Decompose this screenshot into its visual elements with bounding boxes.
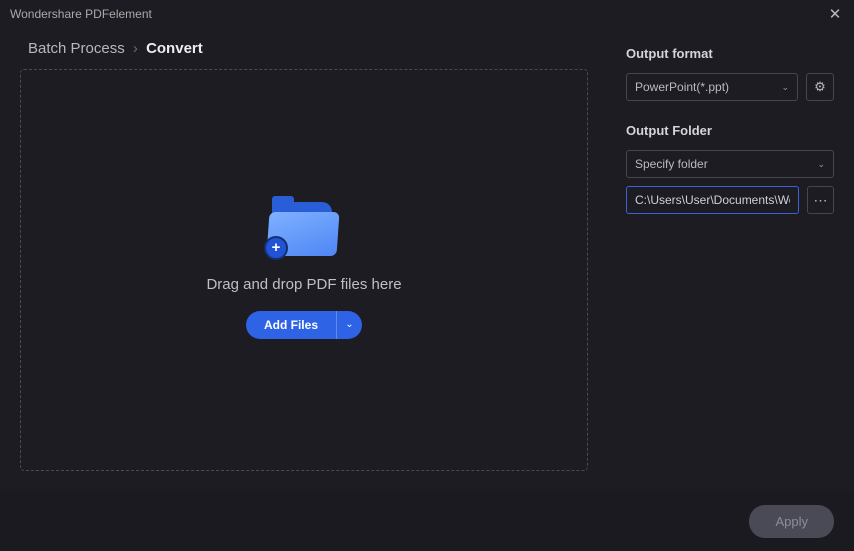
breadcrumb: Batch Process › Convert: [28, 40, 588, 57]
breadcrumb-sep-icon: ›: [133, 40, 138, 57]
add-files-button[interactable]: Add Files: [246, 311, 336, 339]
add-files-dropdown-button[interactable]: ⌄: [336, 311, 362, 339]
right-pane: Output format PowerPoint(*.ppt) ⌄ ⚙ Outp…: [608, 28, 854, 491]
breadcrumb-current: Convert: [146, 40, 203, 57]
apply-button[interactable]: Apply: [749, 505, 834, 538]
chevron-down-icon: ⌄: [781, 82, 789, 93]
app-title: Wondershare PDFelement: [10, 7, 826, 21]
left-pane: Batch Process › Convert + Drag and drop …: [0, 28, 608, 491]
ellipsis-icon: ⋯: [814, 195, 828, 205]
add-files-row: Add Files ⌄: [246, 311, 362, 339]
browse-folder-button[interactable]: ⋯: [807, 186, 834, 214]
footer-bar: Apply: [0, 491, 854, 551]
folder-add-icon: +: [266, 202, 342, 258]
drop-zone[interactable]: + Drag and drop PDF files here Add Files…: [20, 69, 588, 471]
gear-icon: ⚙: [814, 79, 826, 95]
chevron-down-icon: ⌄: [345, 319, 353, 330]
breadcrumb-root[interactable]: Batch Process: [28, 40, 125, 57]
dropzone-label: Drag and drop PDF files here: [206, 276, 401, 293]
chevron-down-icon: ⌄: [817, 159, 825, 170]
plus-badge-icon: +: [264, 236, 288, 260]
output-format-group: Output format PowerPoint(*.ppt) ⌄ ⚙: [626, 46, 834, 101]
output-folder-label: Output Folder: [626, 123, 834, 138]
output-format-label: Output format: [626, 46, 834, 61]
output-folder-mode-select[interactable]: Specify folder ⌄: [626, 150, 834, 178]
close-button[interactable]: ✕: [826, 5, 844, 23]
output-folder-mode-value: Specify folder: [635, 157, 708, 171]
output-folder-group: Output Folder Specify folder ⌄ ⋯: [626, 123, 834, 214]
output-format-value: PowerPoint(*.ppt): [635, 80, 729, 94]
output-folder-path-input[interactable]: [626, 186, 799, 214]
content-area: Batch Process › Convert + Drag and drop …: [0, 28, 854, 491]
title-bar: Wondershare PDFelement ✕: [0, 0, 854, 28]
output-format-select[interactable]: PowerPoint(*.ppt) ⌄: [626, 73, 798, 101]
format-settings-button[interactable]: ⚙: [806, 73, 834, 101]
close-icon: ✕: [829, 5, 842, 23]
